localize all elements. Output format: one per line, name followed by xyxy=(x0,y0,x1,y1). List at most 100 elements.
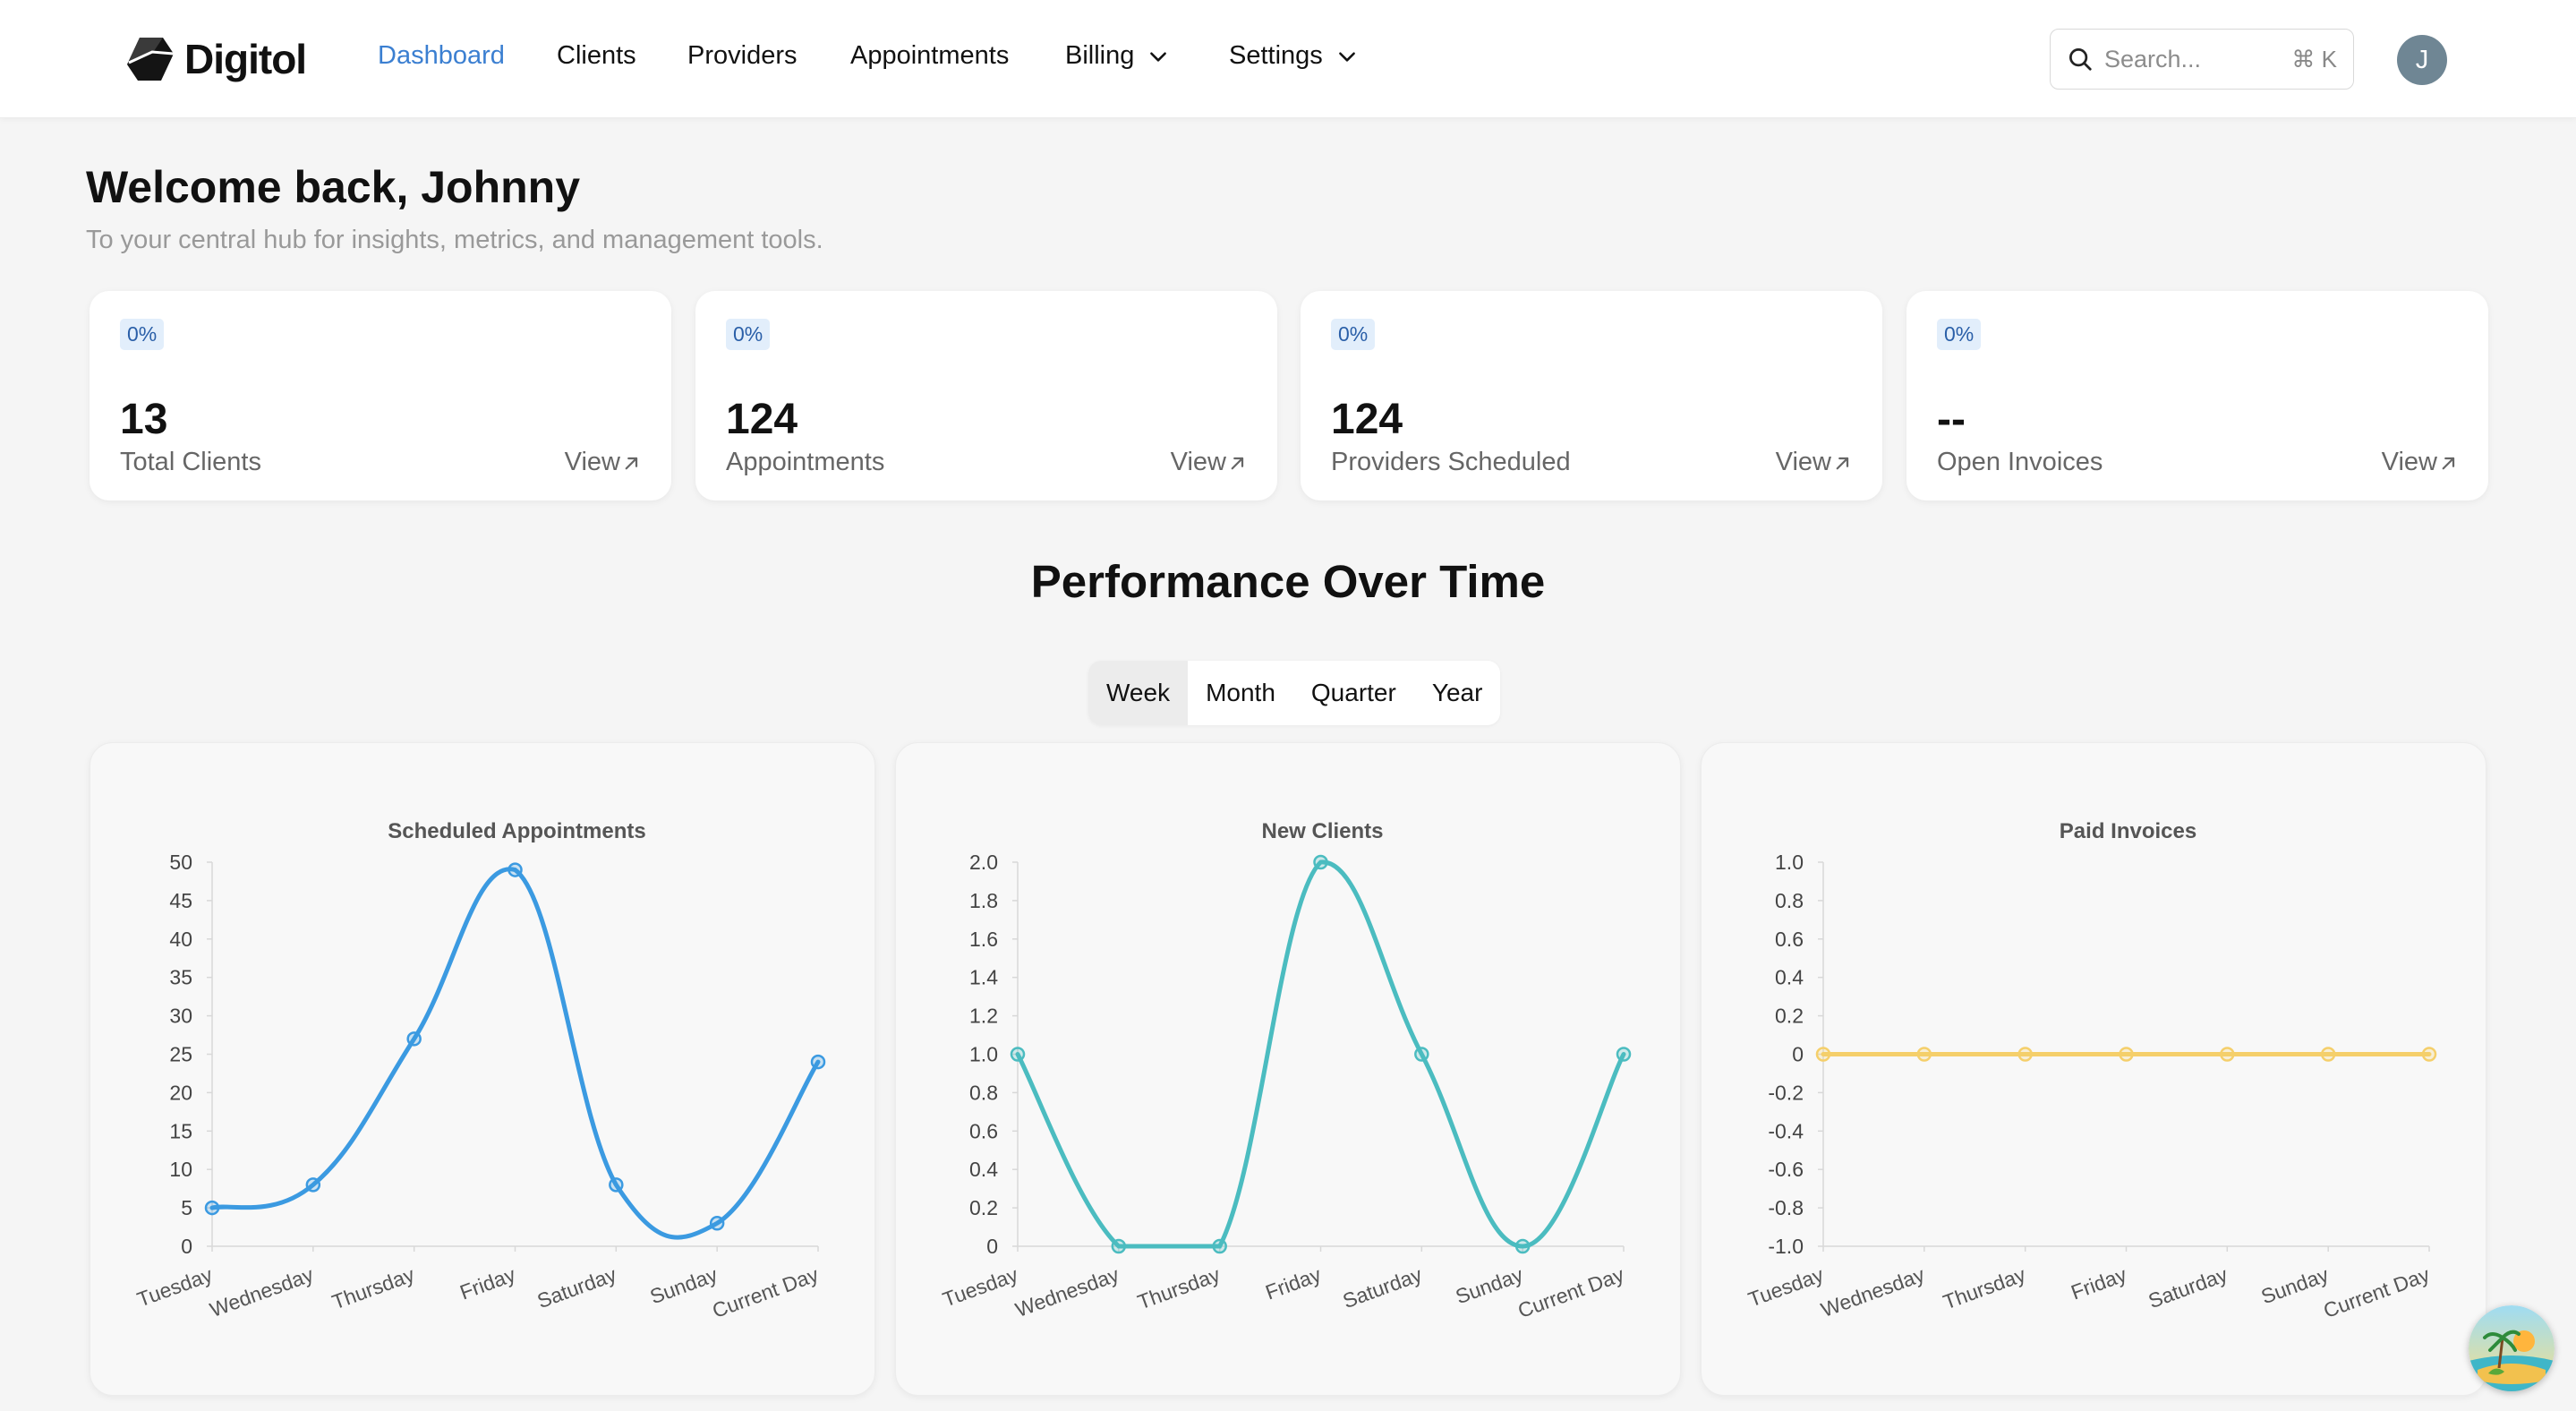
period-week-button[interactable]: Week xyxy=(1088,661,1189,725)
nav-billing-label: Billing xyxy=(1065,41,1135,70)
brand-logo[interactable]: Digitol xyxy=(125,34,307,84)
data-point[interactable] xyxy=(810,1054,826,1070)
view-providers-scheduled-link[interactable]: View xyxy=(1776,448,1852,477)
y-tick-label: 35 xyxy=(169,966,192,989)
x-tick-label: Tuesday xyxy=(134,1262,216,1311)
period-month-button[interactable]: Month xyxy=(1188,661,1293,725)
y-tick-label: 1.2 xyxy=(969,1005,998,1028)
chart-card-new-clients: New Clients 0 0.2 0.4 0.6 0.8 1.0 1.2 1.4 1.6 1.8 2… xyxy=(895,742,1681,1396)
y-tick-label: 0.6 xyxy=(1775,928,1804,951)
period-quarter-button[interactable]: Quarter xyxy=(1293,661,1414,725)
y-tick-label: 15 xyxy=(169,1119,192,1142)
x-tick-label: Tuesday xyxy=(940,1262,1021,1311)
data-point[interactable] xyxy=(305,1177,321,1193)
chart-title: Scheduled Appointments xyxy=(388,819,645,843)
data-point[interactable] xyxy=(1212,1238,1227,1254)
nav-dashboard[interactable]: Dashboard xyxy=(378,41,505,71)
y-tick-label: 0.2 xyxy=(1775,1005,1804,1028)
stat-badge: 0% xyxy=(726,319,771,350)
data-point[interactable] xyxy=(2119,1047,2134,1062)
y-tick-label: 0 xyxy=(986,1235,998,1258)
stat-card-providers-scheduled: 0% 124 Providers Scheduled View xyxy=(1301,291,1882,500)
period-year-button[interactable]: Year xyxy=(1414,661,1501,725)
y-tick-label: 1.0 xyxy=(969,1043,998,1066)
data-point[interactable] xyxy=(508,862,523,877)
y-tick-label: 45 xyxy=(169,889,192,912)
y-tick-label: 25 xyxy=(169,1043,192,1066)
y-tick-label: -0.2 xyxy=(1768,1081,1804,1104)
chart-card-paid-invoices: Paid Invoices -1.0 -0.8 -0.6 -0.4 -0.2 0 0.2 0.4… xyxy=(1701,742,2486,1396)
data-point[interactable] xyxy=(609,1177,624,1193)
data-point[interactable] xyxy=(1414,1047,1429,1062)
search-input[interactable] xyxy=(2104,45,2274,73)
view-link-label: View xyxy=(1170,448,1226,476)
chart-title: Paid Invoices xyxy=(2060,819,2196,843)
y-tick-label: 0.4 xyxy=(1775,966,1804,989)
arrow-up-right-icon xyxy=(625,457,638,469)
y-tick-label: -0.4 xyxy=(1768,1119,1804,1142)
y-tick-label: -0.8 xyxy=(1768,1196,1804,1219)
top-navbar: Digitol Dashboard Clients Providers Appo… xyxy=(0,0,2576,118)
nav-clients[interactable]: Clients xyxy=(557,41,636,71)
data-point[interactable] xyxy=(2320,1047,2336,1062)
data-point[interactable] xyxy=(2017,1047,2033,1062)
series-line xyxy=(209,867,821,1240)
x-tick-label: Thursday xyxy=(328,1262,417,1313)
arrow-up-right-icon xyxy=(1836,457,1849,469)
nav-providers[interactable]: Providers xyxy=(687,41,798,71)
data-point[interactable] xyxy=(1111,1238,1127,1254)
view-appointments-link[interactable]: View xyxy=(1171,448,1247,477)
x-tick-label: Current Day xyxy=(2320,1262,2433,1322)
view-total-clients-link[interactable]: View xyxy=(565,448,641,477)
data-point[interactable] xyxy=(1616,1047,1632,1062)
x-tick-label: Wednesday xyxy=(207,1262,317,1321)
y-tick-label: -1.0 xyxy=(1768,1235,1804,1258)
nav-billing[interactable]: Billing xyxy=(1065,41,1170,71)
stat-label: Appointments xyxy=(726,448,885,476)
x-tick-label: Tuesday xyxy=(1745,1262,1827,1311)
data-point[interactable] xyxy=(2220,1047,2235,1062)
page-subtitle: To your central hub for insights, metric… xyxy=(86,226,823,254)
y-tick-label: 0.8 xyxy=(969,1081,998,1104)
data-point[interactable] xyxy=(1815,1047,1831,1062)
y-tick-label: 50 xyxy=(169,851,192,874)
search-icon xyxy=(2069,48,2092,71)
stat-badge: 0% xyxy=(120,319,165,350)
x-tick-label: Saturday xyxy=(534,1262,620,1313)
data-point[interactable] xyxy=(204,1200,220,1216)
x-tick-label: Wednesday xyxy=(1012,1262,1122,1321)
data-point[interactable] xyxy=(1514,1238,1531,1254)
stat-badge: 0% xyxy=(1937,319,1982,350)
y-tick-label: 10 xyxy=(169,1158,192,1181)
y-tick-label: 0 xyxy=(1792,1043,1804,1066)
data-point[interactable] xyxy=(709,1216,725,1231)
data-point[interactable] xyxy=(1916,1047,1932,1062)
user-avatar[interactable]: J xyxy=(2397,35,2447,85)
scheduled-appointments-chart: Scheduled Appointments 0 5 10 15 20 25 30 35 40 45… xyxy=(134,819,826,1322)
data-point[interactable] xyxy=(1010,1047,1026,1062)
view-link-label: View xyxy=(2381,448,2437,476)
search-shortcut: ⌘ K xyxy=(2291,45,2337,73)
x-tick-label: Thursday xyxy=(1134,1262,1223,1313)
data-point[interactable] xyxy=(2421,1047,2437,1062)
x-tick-label: Friday xyxy=(456,1262,518,1304)
stat-card-open-invoices: 0% -- Open Invoices View xyxy=(1906,291,2488,500)
view-link-label: View xyxy=(564,448,620,476)
y-tick-label: 1.8 xyxy=(969,889,998,912)
arrow-up-right-icon xyxy=(1231,457,1244,469)
assistant-bubble[interactable] xyxy=(2469,1305,2555,1391)
y-tick-label: 1.0 xyxy=(1775,851,1804,874)
stat-value: 124 xyxy=(1331,396,1403,443)
chevron-down-icon xyxy=(1338,51,1355,62)
nav-settings[interactable]: Settings xyxy=(1229,41,1359,71)
data-point[interactable] xyxy=(1313,854,1328,870)
data-point[interactable] xyxy=(406,1031,422,1047)
y-tick-label: 0 xyxy=(181,1235,192,1258)
search-box[interactable]: ⌘ K xyxy=(2050,29,2354,90)
y-tick-label: 0.6 xyxy=(969,1119,998,1142)
new-clients-chart: New Clients 0 0.2 0.4 0.6 0.8 1.0 1.2 1.4 1.6 1.8 2… xyxy=(940,819,1632,1322)
nav-appointments[interactable]: Appointments xyxy=(850,41,1009,71)
view-open-invoices-link[interactable]: View xyxy=(2382,448,2458,477)
y-tick-label: -0.6 xyxy=(1768,1158,1804,1181)
x-tick-label: Saturday xyxy=(2145,1262,2231,1313)
